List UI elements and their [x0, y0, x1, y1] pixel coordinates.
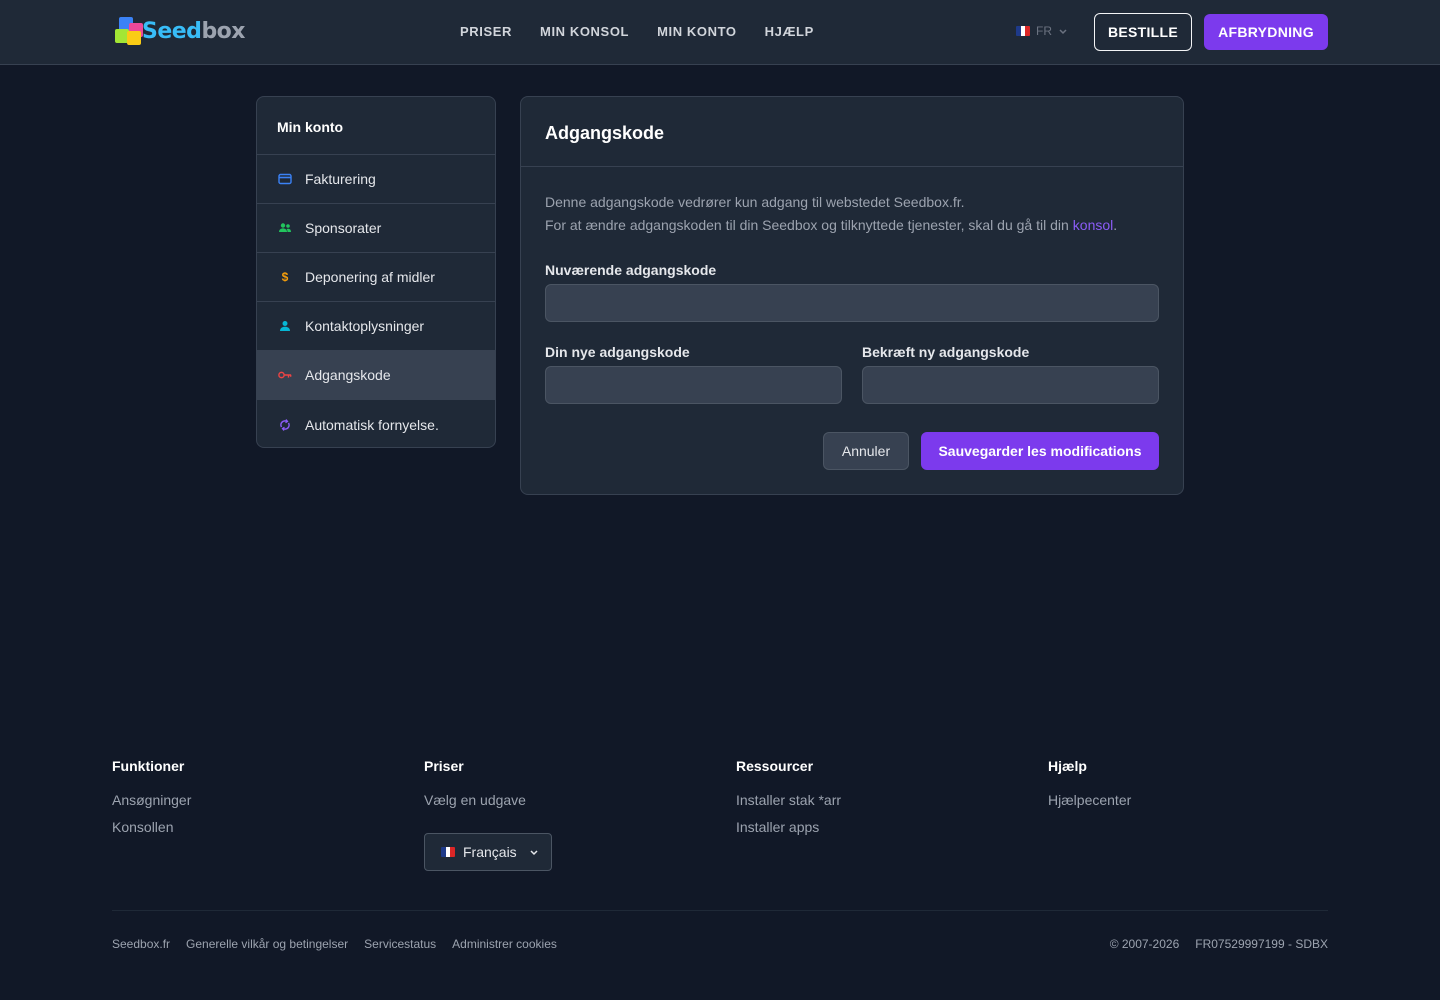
nav-min-konsol[interactable]: MIN KONSOL	[540, 24, 629, 39]
nav-hjaelp[interactable]: HJÆLP	[765, 24, 814, 39]
user-icon	[278, 319, 292, 333]
cancel-subscription-button[interactable]: AFBRYDNING	[1204, 14, 1328, 50]
footer-divider	[112, 910, 1328, 911]
company-id: FR07529997199 - SDBX	[1195, 937, 1328, 951]
sidebar-item-deponering[interactable]: $ Deponering af midler	[257, 253, 495, 302]
users-icon	[278, 221, 292, 235]
sidebar-item-label: Deponering af midler	[305, 269, 435, 285]
sidebar-item-adgangskode[interactable]: Adgangskode	[257, 351, 495, 400]
seedbox-logo[interactable]: Seedbox	[113, 14, 245, 48]
sidebar-item-kontaktoplysninger[interactable]: Kontaktoplysninger	[257, 302, 495, 351]
footer-link-terms[interactable]: Generelle vilkår og betingelser	[186, 937, 348, 951]
password-description: Denne adgangskode vedrører kun adgang ti…	[545, 194, 1118, 233]
language-switcher[interactable]: FR	[1016, 24, 1068, 38]
nav-priser[interactable]: PRISER	[460, 24, 512, 39]
nav-min-konto[interactable]: MIN KONTO	[657, 24, 737, 39]
sidebar-item-label: Sponsorater	[305, 220, 382, 236]
account-sidebar: Min konto Fakturering Sponsorater $ Depo…	[256, 96, 496, 448]
top-navbar: Seedbox PRISER MIN KONSOL MIN KONTO HJÆL…	[0, 0, 1440, 65]
refresh-icon	[278, 418, 292, 432]
language-code: FR	[1036, 24, 1052, 38]
chevron-down-icon	[530, 850, 538, 856]
confirm-password-label: Bekræft ny adgangskode	[862, 344, 1030, 360]
save-changes-button[interactable]: Sauvegarder les modifications	[921, 432, 1159, 470]
current-password-input[interactable]	[545, 284, 1159, 322]
footer-link[interactable]: Vælg en udgave	[424, 792, 526, 808]
dollar-icon: $	[281, 270, 289, 284]
new-password-input[interactable]	[545, 366, 842, 404]
key-icon	[278, 368, 292, 382]
footer-link-seedbox[interactable]: Seedbox.fr	[112, 937, 170, 951]
sidebar-item-sponsorater[interactable]: Sponsorater	[257, 204, 495, 253]
footer-link[interactable]: Installer apps	[736, 819, 841, 835]
order-button[interactable]: BESTILLE	[1094, 13, 1192, 51]
main-nav: PRISER MIN KONSOL MIN KONTO HJÆLP	[460, 24, 814, 39]
sidebar-item-automatisk-fornyelse[interactable]: Automatisk fornyelse.	[257, 400, 495, 447]
footer-col-priser: Priser Vælg en udgave	[424, 758, 526, 808]
logo-cubes-icon	[113, 15, 143, 47]
sidebar-title: Min konto	[257, 97, 495, 155]
france-flag-icon	[441, 847, 455, 857]
chevron-down-icon	[1059, 29, 1067, 35]
footer-col-ressourcer: Ressourcer Installer stak *arr Installer…	[736, 758, 842, 835]
sidebar-item-label: Adgangskode	[305, 367, 391, 383]
confirm-password-input[interactable]	[862, 366, 1159, 404]
footer-link-status[interactable]: Servicestatus	[364, 937, 436, 951]
footer-link[interactable]: Ansøgninger	[112, 792, 191, 808]
footer-link-cookies[interactable]: Administrer cookies	[452, 937, 557, 951]
sidebar-item-label: Automatisk fornyelse.	[305, 416, 439, 433]
footer-bottom-links: Seedbox.fr Generelle vilkår og betingels…	[112, 937, 557, 951]
console-link[interactable]: konsol	[1073, 217, 1113, 233]
cancel-button[interactable]: Annuler	[823, 432, 909, 470]
footer-legal: © 2007-2026 FR07529997199 - SDBX	[1110, 937, 1328, 951]
sidebar-item-fakturering[interactable]: Fakturering	[257, 155, 495, 204]
new-password-label: Din nye adgangskode	[545, 344, 690, 360]
footer-link[interactable]: Installer stak *arr	[736, 792, 841, 808]
footer-link[interactable]: Hjælpecenter	[1048, 792, 1131, 808]
footer-link[interactable]: Konsollen	[112, 819, 191, 835]
footer-col-funktioner: Funktioner Ansøgninger Konsollen	[112, 758, 192, 835]
sidebar-item-label: Fakturering	[305, 171, 376, 187]
sidebar-item-label: Kontaktoplysninger	[305, 318, 425, 334]
current-password-label: Nuværende adgangskode	[545, 262, 717, 278]
card-title: Adgangskode	[521, 97, 1183, 167]
france-flag-icon	[1016, 26, 1030, 36]
credit-card-icon	[278, 172, 292, 186]
footer-language-select[interactable]: Français	[424, 833, 552, 871]
footer-col-hjaelp: Hjælp Hjælpecenter	[1048, 758, 1132, 808]
copyright: © 2007-2026	[1109, 937, 1180, 951]
password-card: Adgangskode Denne adgangskode vedrører k…	[520, 96, 1184, 495]
